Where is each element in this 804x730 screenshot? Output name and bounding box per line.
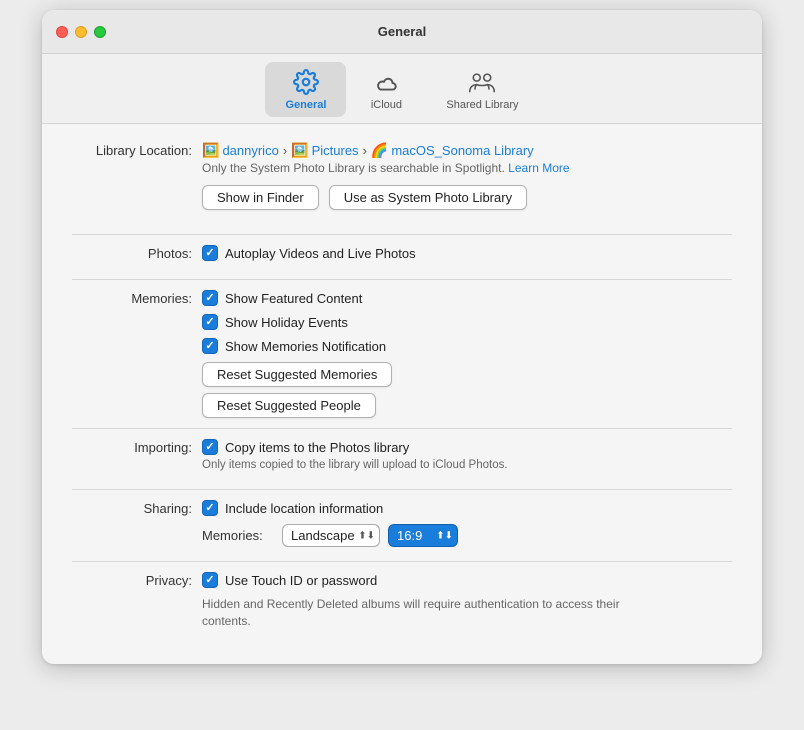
memories-section: Memories: Show Featured Content Show Hol…	[72, 290, 732, 418]
traffic-lights	[56, 26, 106, 38]
copy-items-row: Copy items to the Photos library	[202, 439, 732, 455]
location-checkbox[interactable]	[202, 500, 218, 516]
cloud-icon	[372, 68, 400, 96]
featured-checkbox[interactable]	[202, 290, 218, 306]
touchid-checkbox[interactable]	[202, 572, 218, 588]
settings-content: Library Location: 🖼️ dannyrico › 🖼️ Pict…	[42, 124, 762, 664]
separator-1	[72, 234, 732, 235]
importing-content: Copy items to the Photos library Only it…	[202, 439, 732, 479]
sharing-section: Sharing: Include location information Me…	[72, 500, 732, 551]
memories-label: Memories:	[72, 290, 202, 306]
privacy-content: Use Touch ID or password Hidden and Rece…	[202, 572, 732, 630]
memories-content: Show Featured Content Show Holiday Event…	[202, 290, 732, 418]
sharing-memories-label: Memories:	[202, 528, 274, 543]
library-location-section: Library Location: 🖼️ dannyrico › 🖼️ Pict…	[72, 142, 732, 224]
notification-row: Show Memories Notification	[202, 338, 732, 354]
privacy-note: Hidden and Recently Deleted albums will …	[202, 596, 632, 630]
main-window: General General iCloud	[42, 10, 762, 664]
toolbar: General iCloud S	[42, 54, 762, 124]
copy-items-checkbox[interactable]	[202, 439, 218, 455]
shared-library-icon	[468, 68, 496, 96]
tab-general[interactable]: General	[265, 62, 346, 117]
tab-icloud-label: iCloud	[371, 99, 402, 111]
notification-checkbox[interactable]	[202, 338, 218, 354]
sharing-memories-row: Memories: Landscape Portrait Square ⬆⬇ 1…	[202, 524, 732, 547]
minimize-button[interactable]	[75, 26, 87, 38]
location-row: Include location information	[202, 500, 732, 516]
path-pictures: 🖼️ Pictures	[291, 142, 358, 159]
show-in-finder-button[interactable]: Show in Finder	[202, 185, 319, 210]
library-location-label: Library Location:	[72, 142, 202, 158]
photos-label: Photos:	[72, 245, 202, 261]
featured-row: Show Featured Content	[202, 290, 732, 306]
library-path: 🖼️ dannyrico › 🖼️ Pictures › 🌈 macOS_Son…	[202, 142, 732, 159]
separator-3	[72, 428, 732, 429]
autoplay-checkbox[interactable]	[202, 245, 218, 261]
path-user: 🖼️ dannyrico	[202, 142, 279, 159]
tab-shared-library[interactable]: Shared Library	[426, 62, 538, 117]
separator-4	[72, 489, 732, 490]
library-buttons: Show in Finder Use as System Photo Libra…	[202, 185, 732, 210]
learn-more-link[interactable]: Learn More	[508, 161, 569, 175]
importing-label: Importing:	[72, 439, 202, 455]
photos-content: Autoplay Videos and Live Photos	[202, 245, 732, 269]
reset-memories-button[interactable]: Reset Suggested Memories	[202, 362, 392, 387]
importing-note: Only items copied to the library will up…	[202, 459, 732, 471]
path-library: 🌈 macOS_Sonoma Library	[371, 142, 534, 159]
tab-general-label: General	[285, 99, 326, 111]
path-sep-1: ›	[283, 143, 287, 158]
touchid-row: Use Touch ID or password	[202, 572, 732, 588]
gear-icon	[292, 68, 320, 96]
close-button[interactable]	[56, 26, 68, 38]
use-as-system-library-button[interactable]: Use as System Photo Library	[329, 185, 527, 210]
sharing-label: Sharing:	[72, 500, 202, 516]
separator-2	[72, 279, 732, 280]
featured-label: Show Featured Content	[225, 291, 362, 306]
photos-section: Photos: Autoplay Videos and Live Photos	[72, 245, 732, 269]
holiday-label: Show Holiday Events	[225, 315, 348, 330]
holiday-checkbox[interactable]	[202, 314, 218, 330]
privacy-section: Privacy: Use Touch ID or password Hidden…	[72, 572, 732, 630]
importing-section: Importing: Copy items to the Photos libr…	[72, 439, 732, 479]
notification-label: Show Memories Notification	[225, 339, 386, 354]
holiday-row: Show Holiday Events	[202, 314, 732, 330]
titlebar: General	[42, 10, 762, 54]
ratio-select-wrapper: 16:9 4:3 1:1 ⬆⬇	[388, 524, 458, 547]
separator-5	[72, 561, 732, 562]
touchid-label: Use Touch ID or password	[225, 573, 377, 588]
landscape-select[interactable]: Landscape Portrait Square	[282, 524, 380, 547]
ratio-select[interactable]: 16:9 4:3 1:1	[388, 524, 458, 547]
reset-people-button[interactable]: Reset Suggested People	[202, 393, 376, 418]
tab-icloud[interactable]: iCloud	[346, 62, 426, 117]
privacy-label: Privacy:	[72, 572, 202, 588]
autoplay-label: Autoplay Videos and Live Photos	[225, 246, 416, 261]
landscape-select-wrapper: Landscape Portrait Square ⬆⬇	[282, 524, 380, 547]
library-note: Only the System Photo Library is searcha…	[202, 161, 732, 175]
path-sep-2: ›	[363, 143, 367, 158]
window-title: General	[378, 24, 426, 39]
copy-items-label: Copy items to the Photos library	[225, 440, 409, 455]
location-label: Include location information	[225, 501, 383, 516]
sharing-content: Include location information Memories: L…	[202, 500, 732, 551]
maximize-button[interactable]	[94, 26, 106, 38]
autoplay-row: Autoplay Videos and Live Photos	[202, 245, 732, 261]
tab-shared-library-label: Shared Library	[446, 99, 518, 111]
library-location-content: 🖼️ dannyrico › 🖼️ Pictures › 🌈 macOS_Son…	[202, 142, 732, 224]
